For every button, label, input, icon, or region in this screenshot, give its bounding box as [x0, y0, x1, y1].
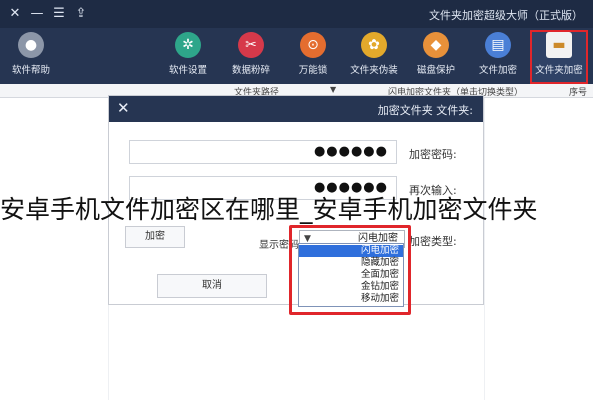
disguise-icon: ✿ [361, 32, 387, 58]
tool-label: 数据粉碎 [231, 65, 270, 76]
dropdown-highlight-frame [289, 225, 411, 315]
chevron-down-icon[interactable]: ▼ [330, 85, 336, 94]
close-icon[interactable]: ✕ [117, 99, 130, 117]
dialog-title-bar: ✕ 加密文件夹 文件夹: [109, 96, 483, 122]
tool-folder-encrypt[interactable]: ▬ 文件夹加密 [530, 30, 588, 84]
tool-data-shred[interactable]: ✂ 数据粉碎 [224, 32, 278, 82]
tool-label: 软件设置 [168, 65, 207, 76]
tool-label: 文件加密 [478, 65, 517, 76]
tool-help[interactable]: ● 软件帮助 [4, 32, 58, 82]
title-bar: ✕ — ☰ ⇪ 文件夹加密超级大师（正式版） [0, 0, 593, 28]
tool-folder-disguise[interactable]: ✿ 文件夹伪装 [347, 32, 401, 82]
tool-settings[interactable]: ✲ 软件设置 [161, 32, 215, 82]
scissors-icon: ✂ [238, 32, 264, 58]
user-icon: ● [18, 32, 44, 58]
gear-icon: ✲ [175, 32, 201, 58]
password-label: 加密密码: [409, 148, 457, 161]
main-toolbar: ▬ 文件夹加密 ▤ 文件加密 ◆ 磁盘保护 ✿ 文件夹伪装 ⊙ 万能锁 ✂ 数据… [0, 28, 593, 84]
window-title: 文件夹加密超级大师（正式版） [429, 9, 583, 22]
lock-icon: ⊙ [300, 32, 326, 58]
article-caption: 安卓手机文件加密区在哪里_安卓手机加密文件夹 [0, 195, 538, 224]
tool-label: 万能锁 [298, 65, 328, 76]
document-icon: ▤ [485, 32, 511, 58]
tool-label: 文件夹加密 [535, 65, 583, 76]
tool-label: 软件帮助 [11, 65, 50, 76]
dialog-title: 加密文件夹 文件夹: [377, 104, 473, 117]
shield-icon: ◆ [423, 32, 449, 58]
tool-label: 文件夹伪装 [350, 65, 398, 76]
share-icon[interactable]: ⇪ [72, 5, 90, 23]
column-index[interactable]: 序号 [569, 85, 587, 98]
menu-icon[interactable]: ☰ [50, 5, 68, 23]
password-field[interactable]: ●●●●●● [129, 140, 397, 164]
grid-divider [484, 98, 485, 400]
folder-icon: ▬ [546, 32, 572, 58]
cancel-button[interactable]: 取消 [157, 274, 267, 298]
tool-universal-lock[interactable]: ⊙ 万能锁 [286, 32, 340, 82]
tool-label: 磁盘保护 [416, 65, 455, 76]
minimize-icon[interactable]: — [28, 5, 46, 23]
tool-disk-protect[interactable]: ◆ 磁盘保护 [409, 32, 463, 82]
tool-file-encrypt[interactable]: ▤ 文件加密 [471, 32, 525, 82]
close-icon[interactable]: ✕ [6, 5, 24, 23]
encrypt-type-label: 加密类型: [409, 235, 457, 248]
